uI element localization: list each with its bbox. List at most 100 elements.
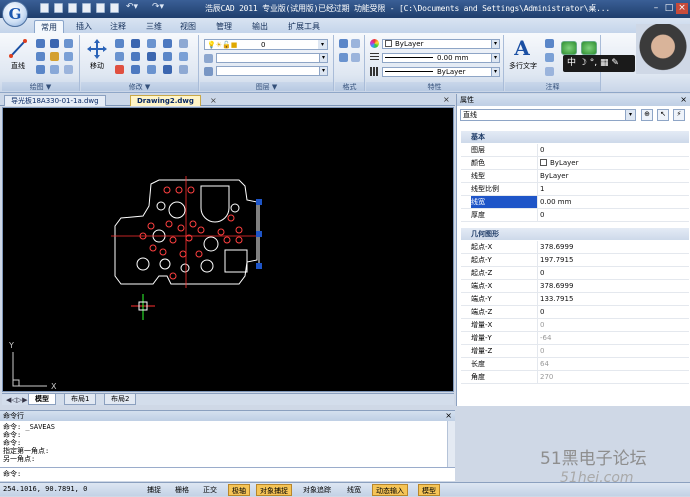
chamfer-icon[interactable] [163,65,172,74]
layer-state-dropdown[interactable]: ▾ [216,53,328,63]
multileader-style-icon[interactable] [351,53,360,62]
drawing-canvas[interactable]: Y X [2,107,454,392]
table-style-icon[interactable] [339,53,348,62]
grip-mid[interactable] [256,231,262,237]
close-tab-icon[interactable]: × [210,96,217,105]
snap-toggle[interactable]: 捕捉 [144,484,164,496]
osnap-toggle[interactable]: 对象捕捉 [256,484,292,496]
region-icon[interactable] [50,65,59,74]
circle-icon[interactable] [36,52,45,61]
format-group-label[interactable]: 格式 [335,82,364,91]
rectangle-icon[interactable] [64,52,73,61]
tab-extensions[interactable]: 扩展工具 [282,20,326,33]
section-geometry[interactable]: 几何图形 [461,228,689,240]
stretch-icon[interactable] [115,52,124,61]
extend-icon[interactable] [131,65,140,74]
tab-view[interactable]: 视图 [174,20,202,33]
leader-icon[interactable] [545,53,554,62]
text-style-icon[interactable] [339,39,348,48]
scale-icon[interactable] [131,52,140,61]
open-file-icon[interactable] [54,3,63,13]
array-icon[interactable] [147,52,156,61]
command-scrollbar[interactable] [447,421,455,467]
properties-group-label[interactable]: 特性 [366,82,503,91]
prop-row-layer[interactable]: 图层 0 [461,144,689,157]
dimension-icon[interactable] [545,39,554,48]
lineweight-dropdown[interactable]: 0.00 mm ▾ [382,53,500,63]
green-status-icon-2[interactable] [581,41,597,55]
linetype-dropdown[interactable]: ByLayer ▾ [382,67,500,77]
polyline-icon[interactable] [36,39,45,48]
model-space-toggle[interactable]: 模型 [418,484,440,496]
undo-icon[interactable]: ↶▾ [126,2,148,14]
tab-annotate[interactable]: 注释 [104,20,132,33]
annotation-group-label[interactable]: 注释 [505,82,600,91]
multiline-text-button[interactable]: 多行文字 [505,61,541,71]
layer-properties-icon[interactable] [204,54,213,63]
layer-dropdown[interactable]: 💡☀🔓■ 0 ▾ [204,39,328,50]
color-dropdown[interactable]: ByLayer ▾ [382,39,500,49]
move-button[interactable]: 移动 [83,61,111,71]
prop-row-start-y[interactable]: 起点-Y 197.7915 [461,254,689,267]
otrack-toggle[interactable]: 对象追踪 [300,484,334,496]
draw-group-label[interactable]: 绘图 ▼ [2,82,79,91]
green-status-icon[interactable] [561,41,577,55]
layer-filter-dropdown[interactable]: ▾ [216,66,328,76]
prop-row-ltscale[interactable]: 线型比例 1 [461,183,689,196]
layers-group-label[interactable]: 图层 ▼ [200,82,333,91]
erase-icon[interactable] [115,65,124,74]
lineweight-toggle[interactable]: 线宽 [344,484,364,496]
fillet-icon[interactable] [163,39,172,48]
doc-tab-1[interactable]: 导光板18A330-01-1a.dwg [4,95,106,106]
ortho-toggle[interactable]: 正交 [200,484,220,496]
ime-toolbar[interactable]: 中 ☽ °, ▦ ✎ [563,55,635,72]
line-button[interactable]: 直线 [4,61,32,71]
prop-row-end-y[interactable]: 端点-Y 133.7915 [461,293,689,306]
tab-manage[interactable]: 管理 [210,20,238,33]
offset-icon[interactable] [163,52,172,61]
layout-nav-arrows[interactable]: ◀◁▷▶ [6,396,28,404]
grip-end[interactable] [256,263,262,269]
prop-row-thickness[interactable]: 厚度 0 [461,209,689,222]
plot-preview-icon[interactable] [110,3,119,13]
spline-icon[interactable] [64,39,73,48]
break-icon[interactable] [147,65,156,74]
mirror-icon[interactable] [147,39,156,48]
select-objects-icon[interactable]: ↖ [657,109,669,121]
prop-row-end-x[interactable]: 端点-X 378.6999 [461,280,689,293]
section-general[interactable]: 基本 [461,131,689,143]
match-layer-icon[interactable] [204,67,213,76]
close-icon[interactable]: × [445,411,452,420]
prop-row-end-z[interactable]: 端点-Z 0 [461,306,689,319]
tab-layout-1[interactable]: 布局1 [64,394,97,405]
save-as-icon[interactable] [82,3,91,13]
join-icon[interactable] [179,65,188,74]
tab-insert[interactable]: 插入 [70,20,98,33]
object-type-dropdown[interactable]: 直线 ▾ [460,109,636,121]
print-icon[interactable] [96,3,105,13]
close-icon[interactable]: × [680,95,687,104]
tab-3d[interactable]: 三维 [140,20,168,33]
prop-row-start-z[interactable]: 起点-Z 0 [461,267,689,280]
table-icon[interactable] [64,65,73,74]
prop-row-lineweight[interactable]: 线宽 0.00 mm [461,196,689,209]
hatch-icon[interactable] [50,52,59,61]
dim-style-icon[interactable] [351,39,360,48]
copy-icon[interactable] [115,39,124,48]
trim-icon[interactable] [179,52,188,61]
quick-select-icon[interactable]: ⚡ [673,109,685,121]
arc-icon[interactable] [50,39,59,48]
close-drawing-icon[interactable]: × [443,95,450,104]
modify-group-label[interactable]: 修改 ▼ [81,82,198,91]
grip-start[interactable] [256,199,262,205]
maximize-icon[interactable]: □ [663,3,675,14]
table-insert-icon[interactable] [545,67,554,76]
tab-model[interactable]: 模型 [28,394,56,405]
app-logo[interactable]: G [2,1,28,27]
tab-layout-2[interactable]: 布局2 [104,394,137,405]
tab-output[interactable]: 输出 [246,20,274,33]
toggle-pickadd-icon[interactable]: ⊕ [641,109,653,121]
close-icon[interactable]: × [676,3,688,14]
polar-toggle[interactable]: 极轴 [228,484,250,496]
dynamic-input-toggle[interactable]: 动态输入 [372,484,408,496]
